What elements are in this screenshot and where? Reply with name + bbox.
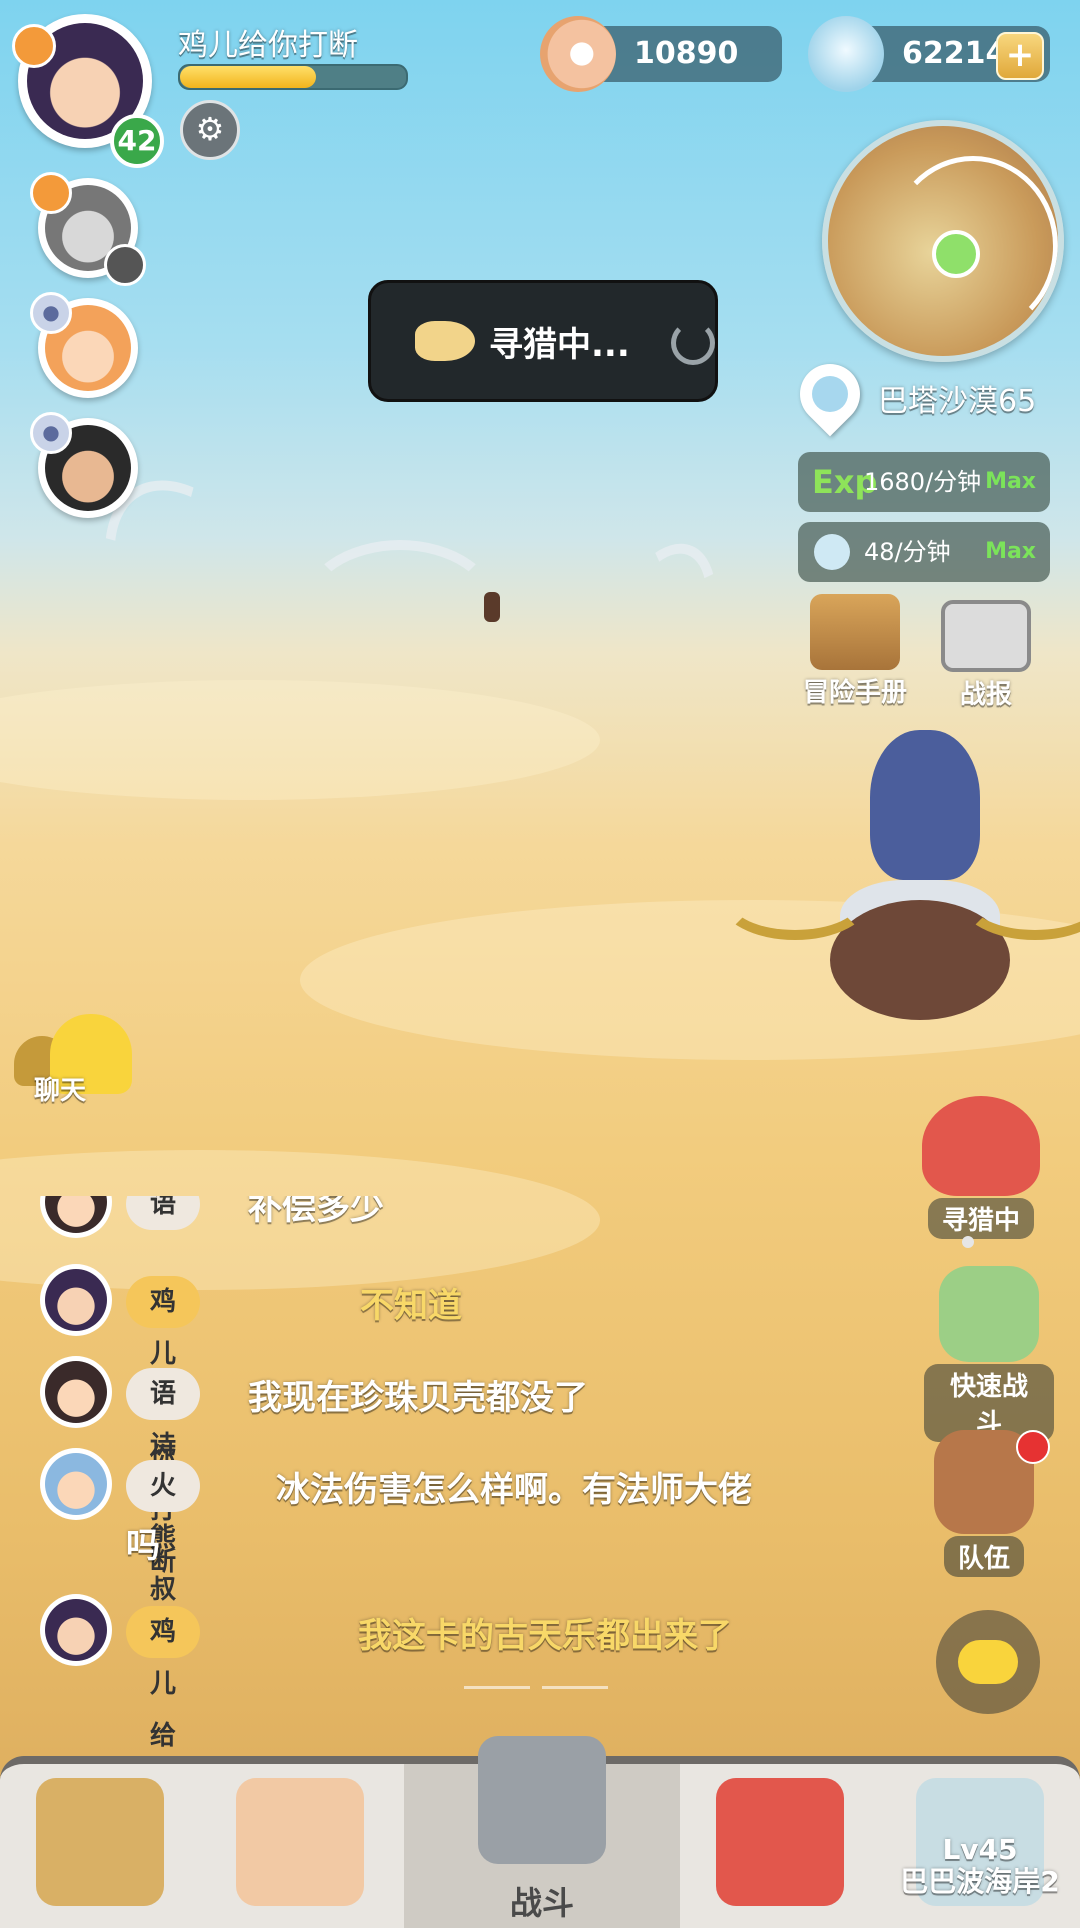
- character-hair: [870, 730, 980, 880]
- team-member-avatar[interactable]: ●: [30, 292, 138, 398]
- chat-text: 我这卡的古天乐都出来了: [358, 1616, 732, 1656]
- xp-bar: [178, 64, 408, 90]
- chat-avatar: [40, 1594, 112, 1666]
- distant-figure: [484, 592, 500, 622]
- gem-rate-panel: 48/分钟 Max: [798, 522, 1050, 582]
- gem-shell-icon: [814, 534, 850, 570]
- location-name: 巴塔沙漠65: [878, 384, 1037, 419]
- hero-icon: [236, 1778, 364, 1906]
- team-label: 队伍: [943, 1536, 1024, 1577]
- gem-rate-value: 48/分钟: [864, 538, 951, 566]
- tab-beasts[interactable]: [0, 1764, 200, 1928]
- exp-rate-value: 1680/分钟: [864, 468, 982, 496]
- xp-bar-fill: [180, 66, 316, 88]
- dino-egg-icon: [716, 1778, 844, 1906]
- minimap[interactable]: [822, 120, 1064, 362]
- chat-sender: 语诗: [126, 1196, 201, 1230]
- bottom-nav: 战斗 Lv45 巴巴波海岸2: [0, 1736, 1080, 1928]
- shell-count: 10890: [634, 36, 739, 71]
- player-name: 鸡儿给你打断: [178, 28, 358, 63]
- chat-text: 冰法伤害怎么样啊。有法师大佬: [276, 1470, 752, 1510]
- team-button[interactable]: 队伍: [924, 1430, 1050, 1577]
- shell-currency[interactable]: 10890: [540, 16, 782, 92]
- exp-rate-panel: Exp 1680/分钟 Max: [798, 452, 1050, 512]
- chat-toggle-button[interactable]: 聊天: [14, 1010, 134, 1120]
- chat-text: 不知道: [360, 1286, 462, 1326]
- chat-avatar: [40, 1196, 112, 1238]
- tab-battle[interactable]: 战斗: [404, 1736, 680, 1928]
- gem-max-label: Max: [985, 539, 1036, 564]
- settings-gear-icon[interactable]: ⚙: [180, 100, 240, 160]
- gem-currency[interactable]: 622140 +: [808, 16, 1050, 92]
- chat-sender: 语诗: [126, 1368, 201, 1461]
- gem-shell-icon: [808, 16, 884, 92]
- dino-hunt-icon: [922, 1096, 1040, 1196]
- tab-pets[interactable]: [680, 1764, 880, 1928]
- player-character[interactable]: [720, 730, 1080, 1030]
- team-member-avatar[interactable]: [30, 172, 146, 286]
- skeleton-rib: [582, 528, 738, 732]
- exp-max-label: Max: [985, 469, 1036, 494]
- chat-page-indicator: [464, 1686, 530, 1689]
- totem-icon: [939, 1266, 1039, 1362]
- hunting-toast: 寻猎中...: [368, 280, 718, 402]
- locked-level: Lv45: [942, 1833, 1018, 1866]
- mount-horn: [720, 860, 870, 940]
- chat-page-indicator: [542, 1686, 608, 1689]
- chat-text-continued: 吗: [126, 1526, 160, 1566]
- sand-dune: [0, 680, 600, 800]
- tab-battle-label: 战斗: [509, 1884, 574, 1922]
- class-icon: ●: [30, 412, 72, 454]
- chat-avatar: [40, 1448, 112, 1520]
- locked-area-name: 巴巴波海岸2: [900, 1865, 1060, 1898]
- beast-icon: [36, 1778, 164, 1906]
- chat-text: 我现在珍珠贝壳都没了: [248, 1378, 588, 1418]
- chat-sender: 火熊叔: [126, 1460, 201, 1605]
- chat-bubble-icon: [958, 1640, 1018, 1684]
- notification-dot: [1016, 1430, 1050, 1464]
- chat-row-clipped: 语诗 补偿多少: [0, 1196, 880, 1240]
- adventure-handbook-button[interactable]: 冒险手册: [790, 594, 920, 709]
- lock-icon: Lv45 巴巴波海岸2: [880, 1834, 1080, 1898]
- chat-label: 聊天: [34, 1076, 87, 1106]
- horn-icon: [415, 321, 475, 361]
- video-play-icon: [941, 600, 1031, 672]
- status-icon: [104, 244, 146, 286]
- pearl-shell-icon: [540, 16, 616, 92]
- player-level-badge: 42: [110, 114, 164, 168]
- class-icon: [30, 172, 72, 214]
- team-member-avatar[interactable]: ●: [30, 412, 138, 518]
- player-marker-icon: [932, 230, 980, 278]
- handbook-label: 冒险手册: [802, 678, 907, 708]
- handbook-icon: [810, 594, 900, 670]
- loading-spinner-icon: [671, 321, 715, 365]
- hunting-button[interactable]: 寻猎中: [916, 1096, 1046, 1239]
- chat-text: 补偿多少: [248, 1196, 384, 1228]
- chat-avatar: [40, 1264, 112, 1336]
- open-chat-button[interactable]: [936, 1610, 1040, 1714]
- battle-report-label: 战报: [959, 680, 1012, 710]
- sword-icon: [478, 1736, 606, 1864]
- battle-report-button[interactable]: 战报: [934, 600, 1038, 711]
- hunting-status-text: 寻猎中...: [489, 325, 630, 365]
- quick-battle-button[interactable]: 快速战斗: [924, 1266, 1054, 1442]
- add-gems-button[interactable]: +: [996, 32, 1044, 80]
- chat-sender: 鸡儿给你打断: [126, 1606, 201, 1907]
- tab-locked-area[interactable]: Lv45 巴巴波海岸2: [880, 1764, 1080, 1928]
- tab-hero[interactable]: [200, 1764, 400, 1928]
- chat-sender: 鸡儿给你打断: [126, 1276, 201, 1577]
- page-dot: [962, 1236, 974, 1248]
- skeleton-rib: [300, 540, 500, 680]
- chat-avatar: [40, 1356, 112, 1428]
- hunting-label: 寻猎中: [927, 1198, 1034, 1239]
- class-icon: ●: [30, 292, 72, 334]
- class-fire-icon: [12, 24, 56, 68]
